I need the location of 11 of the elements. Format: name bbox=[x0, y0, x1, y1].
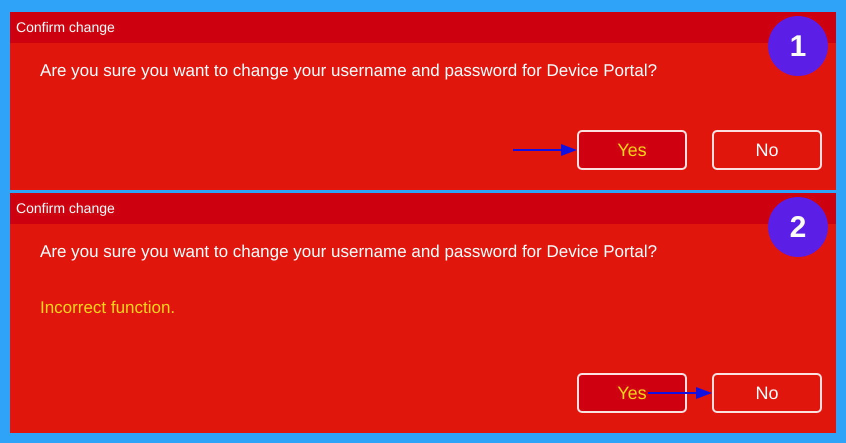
step-badge: 2 bbox=[768, 197, 828, 257]
dialog-button[interactable]: No bbox=[712, 130, 822, 170]
dialog-message: Are you sure you want to change your username and password for Device Portal? bbox=[40, 241, 658, 263]
dialog-button[interactable]: No bbox=[712, 373, 822, 413]
dialog-title: Confirm change bbox=[16, 18, 115, 37]
step-badge: 1 bbox=[768, 16, 828, 76]
dialog-button[interactable]: Yes bbox=[577, 373, 687, 413]
dialog-button[interactable]: Yes bbox=[577, 130, 687, 170]
dialog-title: Confirm change bbox=[16, 199, 115, 218]
dialog-message: Are you sure you want to change your username and password for Device Portal? bbox=[40, 60, 658, 82]
error-message: Incorrect function. bbox=[40, 296, 176, 318]
